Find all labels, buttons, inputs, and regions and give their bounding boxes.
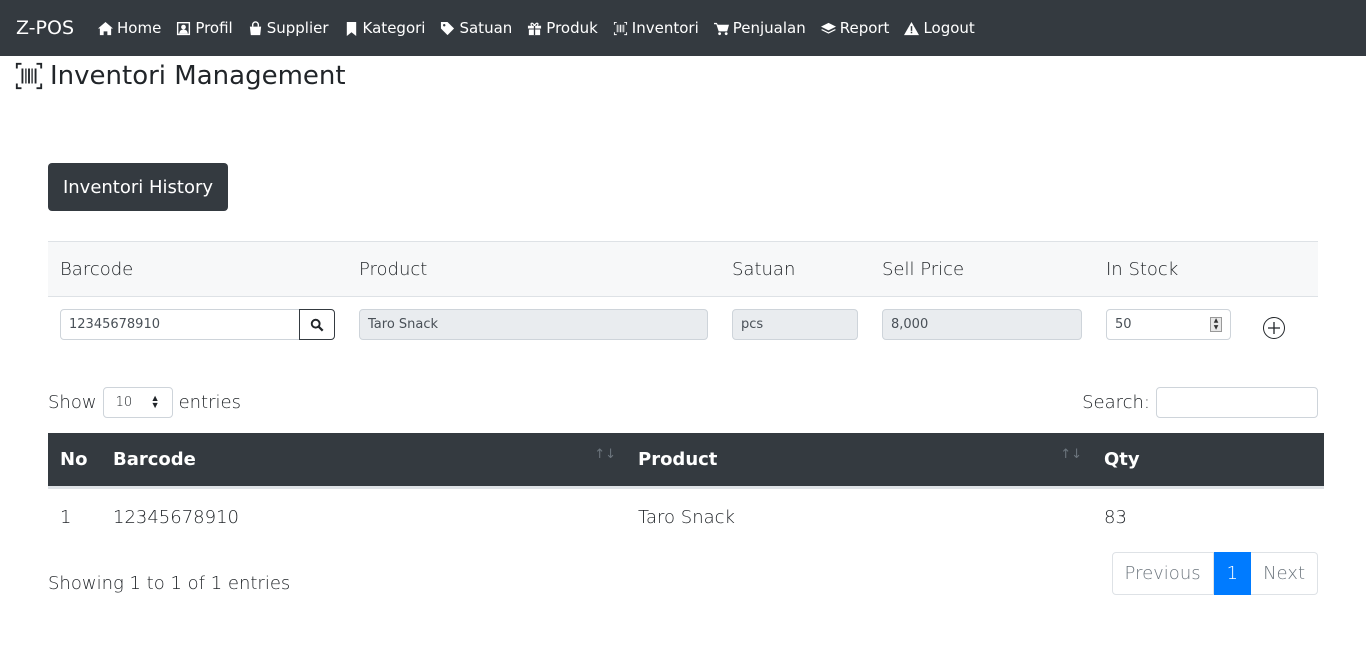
- cell-product: Taro Snack: [638, 507, 735, 529]
- nav-penjualan[interactable]: Penjualan: [713, 19, 806, 37]
- barcode-input[interactable]: 12345678910: [60, 309, 300, 340]
- nav-report[interactable]: Report: [820, 19, 889, 37]
- pagination-next[interactable]: Next: [1251, 552, 1318, 595]
- in-stock-value: 50: [1115, 317, 1132, 332]
- page-title: Inventori Management: [14, 60, 1366, 92]
- barcode-icon: [613, 21, 627, 35]
- table-search-input[interactable]: [1156, 387, 1318, 418]
- column-no[interactable]: No: [48, 433, 101, 489]
- warning-icon: [904, 21, 920, 35]
- product-field: Taro Snack: [359, 309, 708, 340]
- pagination-previous[interactable]: Previous: [1111, 552, 1214, 595]
- bookmark-icon: [346, 21, 356, 36]
- table-info: Showing 1 to 1 of 1 entries: [48, 573, 291, 594]
- header-product: Product: [359, 259, 428, 280]
- inventory-table: No Barcode ↑↓ Product ↑↓ Qty 1 12345678910…: [48, 433, 1324, 547]
- pagination-page-1[interactable]: 1: [1213, 552, 1252, 595]
- tag-icon: [441, 21, 455, 35]
- nav-satuan[interactable]: Satuan: [440, 19, 512, 37]
- inventori-history-button[interactable]: Inventori History: [48, 163, 228, 211]
- show-label: Show: [48, 392, 97, 413]
- inventory-entry-form: Barcode Product Satuan Sell Price In Sto…: [48, 241, 1318, 357]
- form-input-row: 12345678910 Taro Snack pcs 8,000 50 ▲ ▼: [48, 297, 1318, 357]
- search-icon: [310, 318, 324, 331]
- plus-circle-icon: [1268, 322, 1280, 334]
- select-arrows-icon: ▲ ▼: [150, 393, 160, 411]
- header-in-stock: In Stock: [1106, 259, 1179, 280]
- pagination: Previous 1 Next: [1111, 552, 1318, 595]
- cell-qty: 83: [1104, 507, 1127, 529]
- top-navbar: Z-POS Home Profil Supplier Kategori Satu…: [0, 0, 1366, 56]
- nav-inventori[interactable]: Inventori: [613, 19, 699, 37]
- gift-icon: [528, 22, 542, 35]
- in-stock-input[interactable]: 50 ▲ ▼: [1106, 309, 1231, 340]
- header-satuan: Satuan: [732, 259, 796, 280]
- add-item-button[interactable]: [1263, 317, 1285, 339]
- shopping-bag-icon: [249, 20, 261, 35]
- nav-produk[interactable]: Produk: [527, 19, 598, 37]
- column-barcode[interactable]: Barcode ↑↓: [101, 433, 626, 489]
- stock-spinner[interactable]: ▲ ▼: [1210, 317, 1222, 332]
- table-row: 1 12345678910 Taro Snack 83: [48, 487, 1324, 547]
- table-header-row: No Barcode ↑↓ Product ↑↓ Qty: [48, 433, 1324, 489]
- sort-icon: ↑↓: [1060, 447, 1082, 462]
- profile-icon: [177, 21, 191, 35]
- spin-down-icon[interactable]: ▼: [1214, 324, 1219, 331]
- entries-length-control: Show 10 ▲ ▼ entries: [48, 387, 241, 418]
- home-icon: [98, 21, 114, 35]
- cart-icon: [713, 22, 729, 35]
- form-header-row: Barcode Product Satuan Sell Price In Sto…: [48, 241, 1318, 297]
- column-qty[interactable]: Qty: [1092, 433, 1324, 489]
- layers-icon: [820, 22, 836, 34]
- brand-logo[interactable]: Z-POS: [16, 17, 74, 39]
- sell-price-field: 8,000: [882, 309, 1082, 340]
- nav-logout[interactable]: Logout: [904, 19, 975, 37]
- page-length-select[interactable]: 10 ▲ ▼: [102, 387, 173, 418]
- table-search-control: Search:: [1082, 387, 1318, 418]
- nav-profil[interactable]: Profil: [176, 19, 233, 37]
- entries-label: entries: [178, 392, 241, 413]
- satuan-field: pcs: [732, 309, 858, 340]
- sort-icon: ↑↓: [594, 447, 616, 462]
- header-sell-price: Sell Price: [882, 259, 965, 280]
- barcode-icon: [15, 62, 43, 90]
- page-title-text: Inventori Management: [50, 61, 346, 91]
- cell-no: 1: [60, 507, 72, 529]
- search-label: Search:: [1082, 392, 1150, 413]
- column-product[interactable]: Product ↑↓: [626, 433, 1092, 489]
- barcode-search-button[interactable]: [299, 309, 335, 340]
- nav-kategori[interactable]: Kategori: [344, 19, 425, 37]
- cell-barcode: 12345678910: [113, 507, 239, 529]
- nav-supplier[interactable]: Supplier: [248, 19, 329, 37]
- header-barcode: Barcode: [60, 259, 134, 280]
- nav-home[interactable]: Home: [98, 19, 161, 37]
